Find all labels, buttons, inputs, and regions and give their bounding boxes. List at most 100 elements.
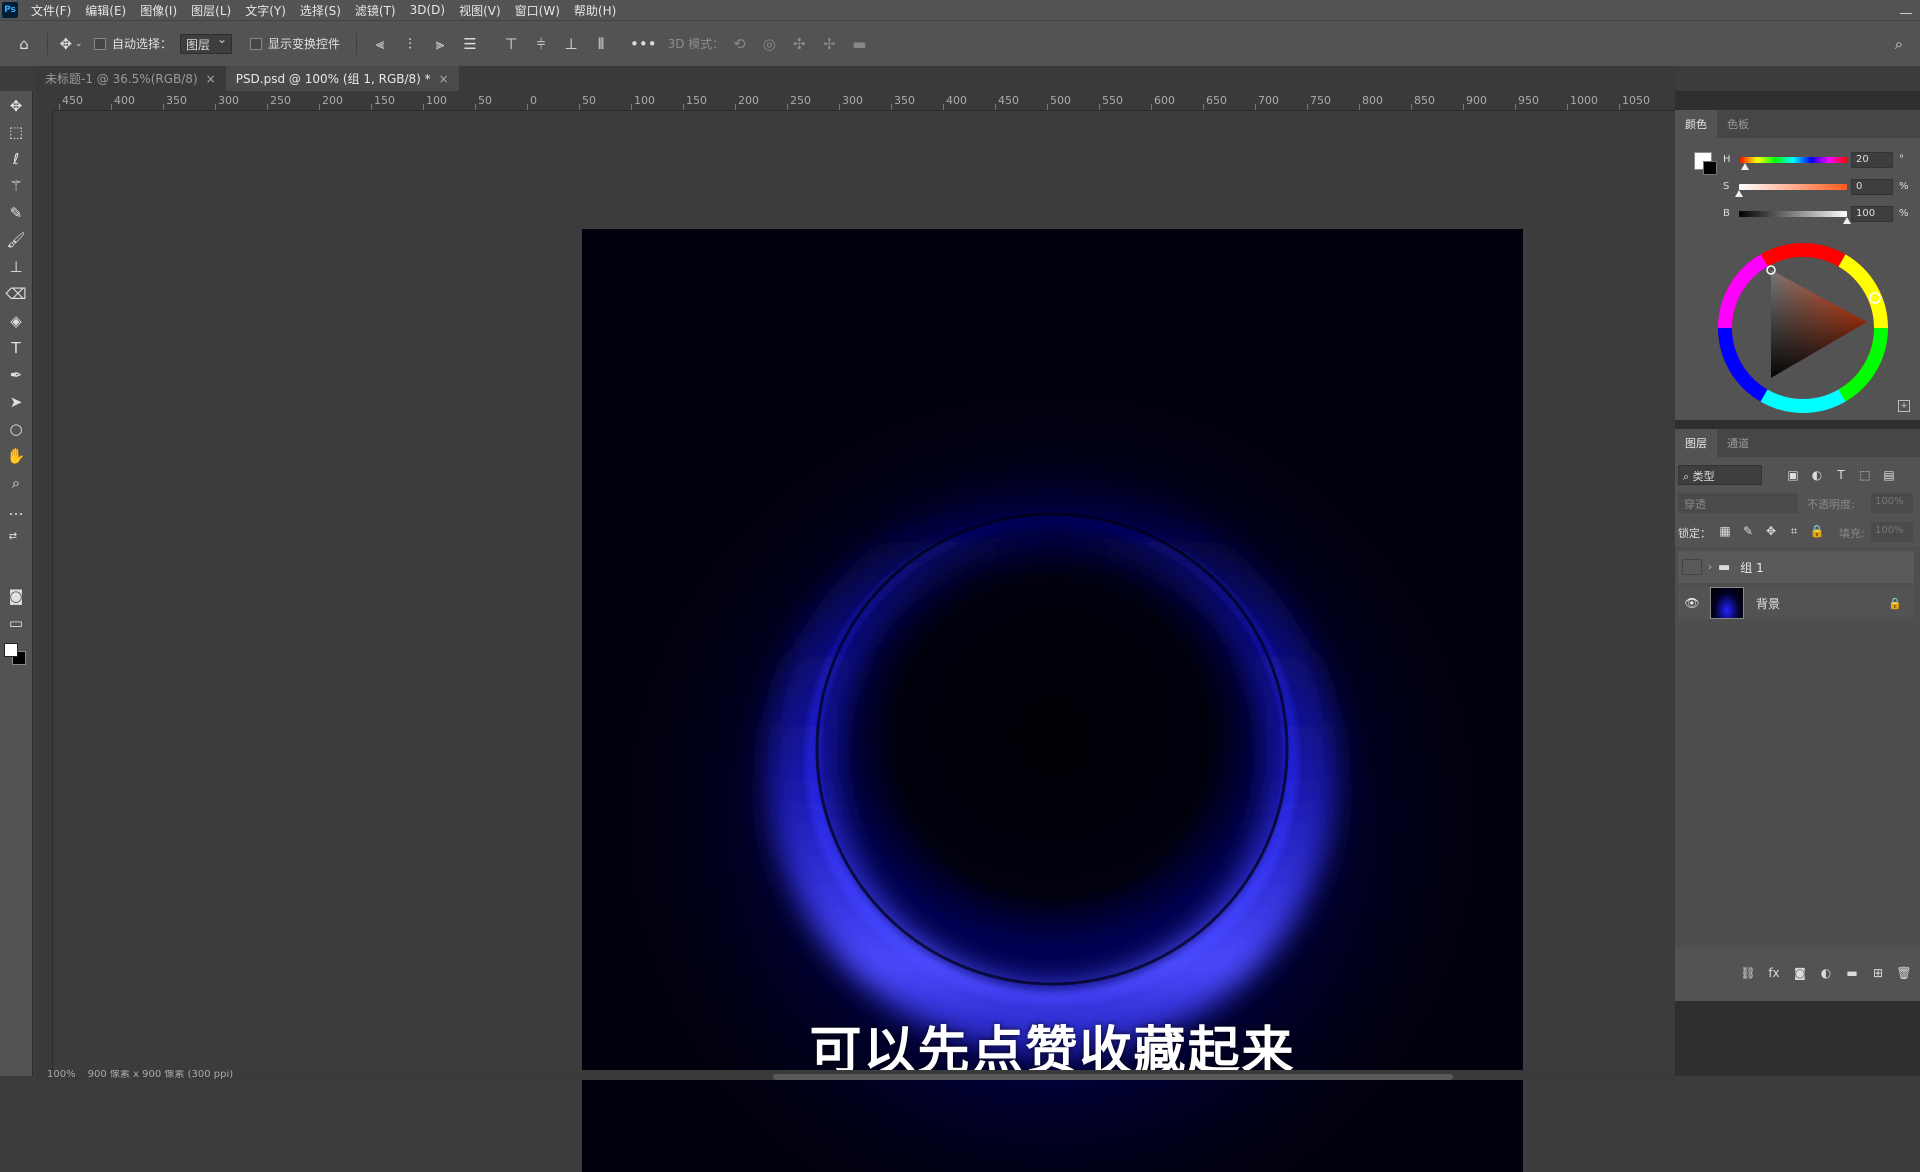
- show-transform-checkbox[interactable]: [250, 37, 263, 50]
- adjustment-layer-icon[interactable]: ◐: [1818, 965, 1834, 981]
- lock-artboard-icon[interactable]: ⌗: [1786, 523, 1802, 539]
- menu-type[interactable]: 文字(Y): [238, 2, 293, 19]
- layer-filter-dropdown[interactable]: ⌕ 类型: [1678, 465, 1762, 485]
- tab-layers[interactable]: 图层: [1675, 429, 1717, 457]
- align-hcenter-icon[interactable]: ⫶: [398, 30, 422, 58]
- close-icon[interactable]: ×: [206, 72, 216, 86]
- document-canvas[interactable]: 可以先点赞收藏起来: [582, 229, 1523, 1172]
- align-top-icon[interactable]: ⊤: [499, 30, 523, 58]
- lock-position-icon[interactable]: ✥: [1763, 523, 1779, 539]
- more-options-icon[interactable]: •••: [630, 30, 657, 58]
- stamp-tool-icon[interactable]: ⊥: [5, 256, 27, 278]
- swap-colors-icon[interactable]: ⇄: [2, 525, 24, 547]
- opacity-field[interactable]: 100%: [1871, 493, 1913, 513]
- ellipse-tool-icon[interactable]: ○: [5, 418, 27, 440]
- screen-mode-icon[interactable]: ▭: [5, 612, 27, 634]
- tab-swatches[interactable]: 色板: [1717, 110, 1759, 138]
- more-tools-icon[interactable]: …: [5, 499, 27, 521]
- distribute-horizontal-icon[interactable]: ⦀: [589, 30, 613, 58]
- tab-untitled[interactable]: 未标题-1 @ 36.5%(RGB/8) ×: [35, 66, 226, 91]
- distribute-vertical-icon[interactable]: ☰: [458, 30, 482, 58]
- layer-row-group[interactable]: › ▬ 组 1: [1678, 551, 1914, 583]
- minimize-button[interactable]: [1900, 2, 1912, 14]
- align-bottom-icon[interactable]: ⊥: [559, 30, 583, 58]
- delete-layer-icon[interactable]: 🗑: [1896, 965, 1912, 981]
- home-icon[interactable]: ⌂: [12, 30, 36, 58]
- auto-select-checkbox[interactable]: [94, 37, 106, 50]
- zoom-level[interactable]: 100%: [47, 1070, 76, 1080]
- hue-value-field[interactable]: 20: [1851, 152, 1893, 168]
- lock-transparent-icon[interactable]: ▦: [1717, 523, 1733, 539]
- panel-background-swatch[interactable]: [1703, 161, 1717, 175]
- color-wheel[interactable]: [1715, 240, 1891, 416]
- brightness-value-field[interactable]: 100: [1851, 206, 1893, 222]
- brightness-thumb[interactable]: [1843, 217, 1851, 224]
- link-layers-icon[interactable]: ⛓: [1740, 965, 1756, 981]
- paint-bucket-tool-icon[interactable]: ◈: [5, 310, 27, 332]
- menu-file[interactable]: 文件(F): [24, 2, 78, 19]
- tab-color[interactable]: 颜色: [1675, 110, 1717, 138]
- saturation-thumb[interactable]: [1735, 190, 1743, 197]
- menu-select[interactable]: 选择(S): [293, 2, 348, 19]
- lock-all-icon[interactable]: 🔒: [1809, 523, 1825, 539]
- layer-style-icon[interactable]: fx: [1766, 965, 1782, 981]
- foreground-color-swatch[interactable]: [4, 643, 18, 657]
- saturation-value-field[interactable]: 0: [1851, 179, 1893, 195]
- type-tool-icon[interactable]: T: [5, 337, 27, 359]
- menu-help[interactable]: 帮助(H): [567, 2, 623, 19]
- magic-wand-tool-icon[interactable]: ⚚: [5, 175, 27, 197]
- filter-type-icon[interactable]: T: [1833, 467, 1849, 483]
- 3d-slide-icon: ✢: [822, 34, 836, 53]
- align-left-icon[interactable]: ⫷: [368, 30, 392, 58]
- search-icon[interactable]: ⌕: [1887, 30, 1911, 58]
- filter-shape-icon[interactable]: ⬚: [1857, 467, 1873, 483]
- align-vcenter-icon[interactable]: ⫩: [529, 30, 553, 58]
- quick-mask-icon[interactable]: ◙: [5, 585, 27, 607]
- tab-psd[interactable]: PSD.psd @ 100% (组 1, RGB/8) * ×: [225, 66, 459, 91]
- horizontal-scrollbar[interactable]: [773, 1074, 1453, 1080]
- new-layer-icon[interactable]: ⊞: [1870, 965, 1886, 981]
- align-right-icon[interactable]: ⫸: [428, 30, 452, 58]
- brush-tool-icon[interactable]: 🖌: [5, 229, 27, 251]
- new-group-icon[interactable]: ▬: [1844, 965, 1860, 981]
- fill-field[interactable]: 100%: [1871, 522, 1913, 542]
- blend-mode-dropdown[interactable]: 穿透: [1678, 493, 1798, 513]
- lasso-tool-icon[interactable]: ℓ: [5, 148, 27, 170]
- close-icon[interactable]: ×: [439, 72, 449, 86]
- move-tool-icon[interactable]: ✥: [5, 95, 27, 117]
- filter-adjustment-icon[interactable]: ◐: [1809, 467, 1825, 483]
- lock-pixels-icon[interactable]: ✎: [1740, 523, 1756, 539]
- tab-channels[interactable]: 通道: [1717, 429, 1759, 457]
- menu-view[interactable]: 视图(V): [452, 2, 508, 19]
- ruler-tick: [527, 104, 528, 110]
- chevron-right-icon[interactable]: ›: [1708, 562, 1712, 573]
- hand-tool-icon[interactable]: ✋: [5, 445, 27, 467]
- hue-track[interactable]: [1739, 157, 1847, 163]
- path-selection-tool-icon[interactable]: ➤: [5, 391, 27, 413]
- zoom-tool-icon[interactable]: ⌕: [5, 472, 27, 494]
- menu-image[interactable]: 图像(I): [133, 2, 184, 19]
- brightness-track[interactable]: [1739, 211, 1847, 217]
- eyedropper-tool-icon[interactable]: ✎: [5, 202, 27, 224]
- hue-thumb[interactable]: [1741, 163, 1750, 170]
- move-tool-preset-icon[interactable]: ✥ ⌄: [59, 30, 83, 58]
- saturation-track[interactable]: [1739, 184, 1847, 190]
- saturation-slider-row: S 0 %: [1723, 179, 1913, 197]
- eraser-tool-icon[interactable]: ⌫: [5, 283, 27, 305]
- menu-edit[interactable]: 编辑(E): [78, 2, 133, 19]
- menu-filter[interactable]: 滤镜(T): [348, 2, 403, 19]
- add-mask-icon[interactable]: ◙: [1792, 965, 1808, 981]
- expand-icon[interactable]: +: [1898, 400, 1910, 412]
- filter-smart-object-icon[interactable]: ▤: [1881, 467, 1897, 483]
- layer-row-background[interactable]: 👁 背景 🔒: [1678, 587, 1914, 619]
- auto-select-dropdown[interactable]: 图层: [180, 32, 233, 54]
- menu-window[interactable]: 窗口(W): [508, 2, 567, 19]
- visibility-toggle-off[interactable]: [1682, 559, 1702, 575]
- menu-layer[interactable]: 图层(L): [184, 2, 238, 19]
- ruler-label: 350: [166, 94, 187, 107]
- marquee-tool-icon[interactable]: ⬚: [5, 121, 27, 143]
- filter-pixel-icon[interactable]: ▣: [1785, 467, 1801, 483]
- pen-tool-icon[interactable]: ✒: [5, 364, 27, 386]
- menu-3d[interactable]: 3D(D): [403, 3, 452, 17]
- eye-icon[interactable]: 👁: [1682, 595, 1702, 611]
